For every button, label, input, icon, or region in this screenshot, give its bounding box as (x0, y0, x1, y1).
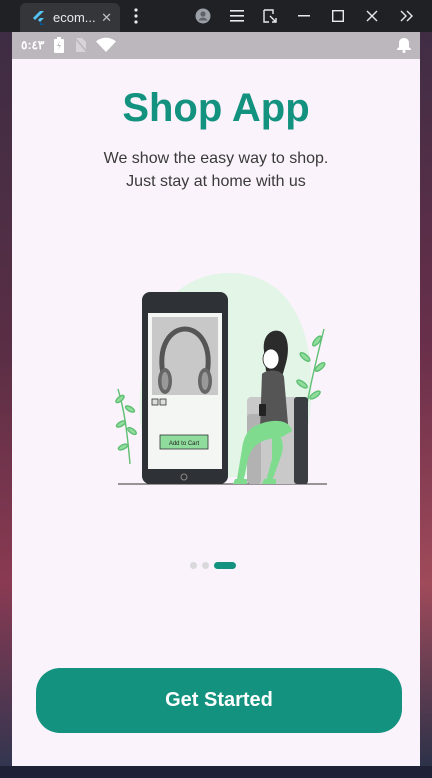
page-dot-2[interactable] (202, 562, 209, 569)
expand-panel-icon[interactable] (396, 6, 416, 26)
get-started-button[interactable]: Get Started (36, 668, 402, 733)
device-status-bar: ٥:٤٣ (12, 32, 420, 59)
page-title: Shop App (122, 86, 310, 130)
onboarding-subtitle: We show the easy way to shop. Just stay … (12, 147, 420, 193)
minimize-icon[interactable] (294, 6, 314, 26)
desktop-wallpaper-bottom (0, 766, 432, 778)
screenshot-icon[interactable] (260, 6, 280, 26)
close-tab-icon[interactable]: ✕ (101, 10, 112, 26)
wifi-icon (96, 37, 116, 52)
no-sim-icon (75, 37, 87, 53)
app-tab[interactable]: ecom... ✕ (20, 3, 120, 32)
flutter-icon (33, 10, 44, 25)
shopping-illustration: Add to Cart (115, 272, 327, 485)
desktop-wallpaper-right (420, 0, 432, 778)
page-indicator (190, 562, 236, 569)
add-to-cart-mock-label: Add to Cart (169, 441, 200, 447)
tab-title: ecom... (53, 10, 96, 25)
page-dot-3-active[interactable] (214, 562, 236, 569)
battery-charging-icon (54, 37, 64, 53)
subtitle-line-2: Just stay at home with us (126, 173, 306, 190)
more-vert-icon[interactable] (126, 6, 146, 26)
onboarding-screen: Shop App We show the easy way to shop. J… (12, 59, 420, 766)
status-time: ٥:٤٣ (21, 38, 45, 52)
account-icon[interactable] (193, 6, 213, 26)
subtitle-line-1: We show the easy way to shop. (103, 150, 329, 167)
maximize-icon[interactable] (328, 6, 348, 26)
page-dot-1[interactable] (190, 562, 197, 569)
close-window-icon[interactable] (362, 6, 382, 26)
desktop-wallpaper-left (0, 0, 12, 778)
notification-bell-icon (397, 38, 411, 53)
emulator-toolbar: ecom... ✕ (0, 0, 432, 32)
menu-icon[interactable] (227, 6, 247, 26)
